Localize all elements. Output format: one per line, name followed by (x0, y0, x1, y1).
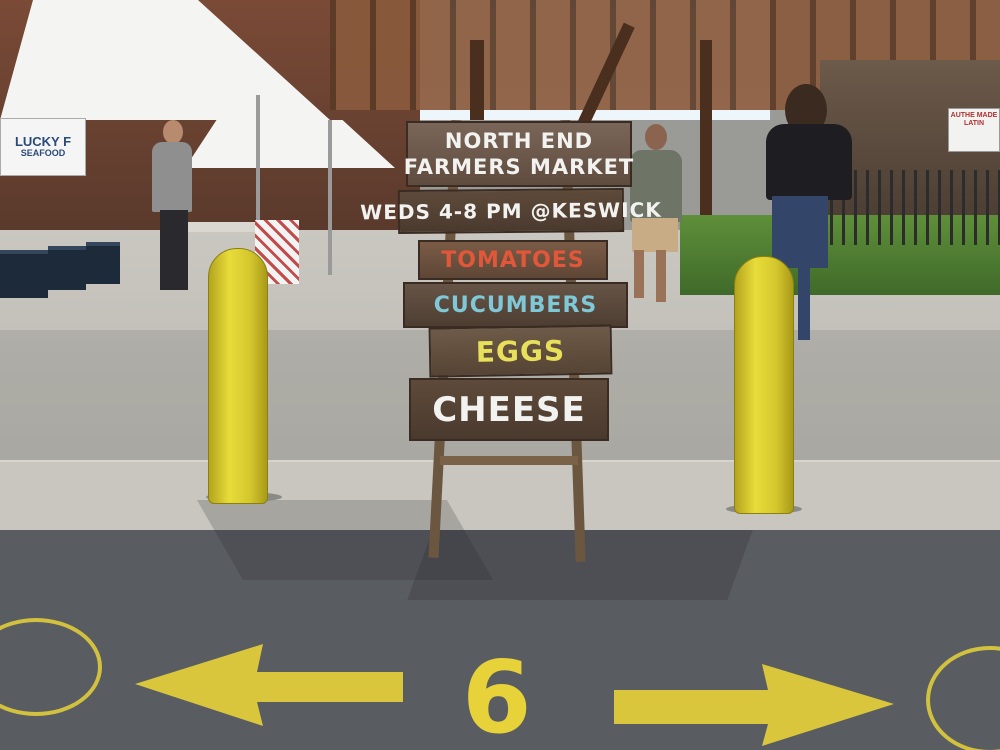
schedule-board: WEDS 4-8 PM @KESWICK (360, 188, 662, 234)
stall-banner-sub: SEAFOOD (20, 148, 66, 159)
seafood-stall-banner: LUCKY F SEAFOOD (0, 118, 86, 176)
cheese-text: CHEESE (432, 389, 586, 430)
tomatoes-text: TOMATOES (441, 247, 585, 273)
tent-leg (328, 120, 332, 275)
easel-crossbar (440, 456, 578, 465)
cooler (0, 250, 48, 298)
schedule-text: WEDS 4-8 PM @KESWICK (360, 197, 662, 225)
stall-banner-name: LUCKY F (14, 133, 72, 149)
metal-fence (830, 170, 1000, 245)
eggs-text: EGGS (475, 333, 566, 369)
tomatoes-board: TOMATOES (418, 240, 608, 280)
store-sign: AUTHE MADE LATIN (948, 108, 1000, 152)
yellow-bollard-left (208, 248, 268, 504)
cooler (48, 246, 86, 290)
left-arrow-road-marking (135, 644, 403, 726)
road-lane-number: 6 (462, 639, 532, 750)
cucumbers-text: CUCUMBERS (433, 292, 598, 318)
market-name-line1: NORTH END (444, 129, 594, 153)
eggs-board: EGGS (428, 324, 613, 378)
cheese-board: CHEESE (409, 378, 609, 441)
right-arrow-road-marking (614, 664, 894, 746)
cooler (86, 242, 120, 284)
cucumbers-board: CUCUMBERS (403, 282, 628, 328)
roof-beam (470, 40, 484, 120)
roof-column (700, 40, 712, 230)
yellow-bollard-right (734, 256, 794, 514)
market-name-line2: FARMERS MARKET (403, 155, 635, 179)
market-photo: AUTHE MADE LATIN LUCKY F SEAFOOD NORTH E… (0, 0, 1000, 750)
market-name-board: NORTH END FARMERS MARKET (403, 121, 635, 187)
